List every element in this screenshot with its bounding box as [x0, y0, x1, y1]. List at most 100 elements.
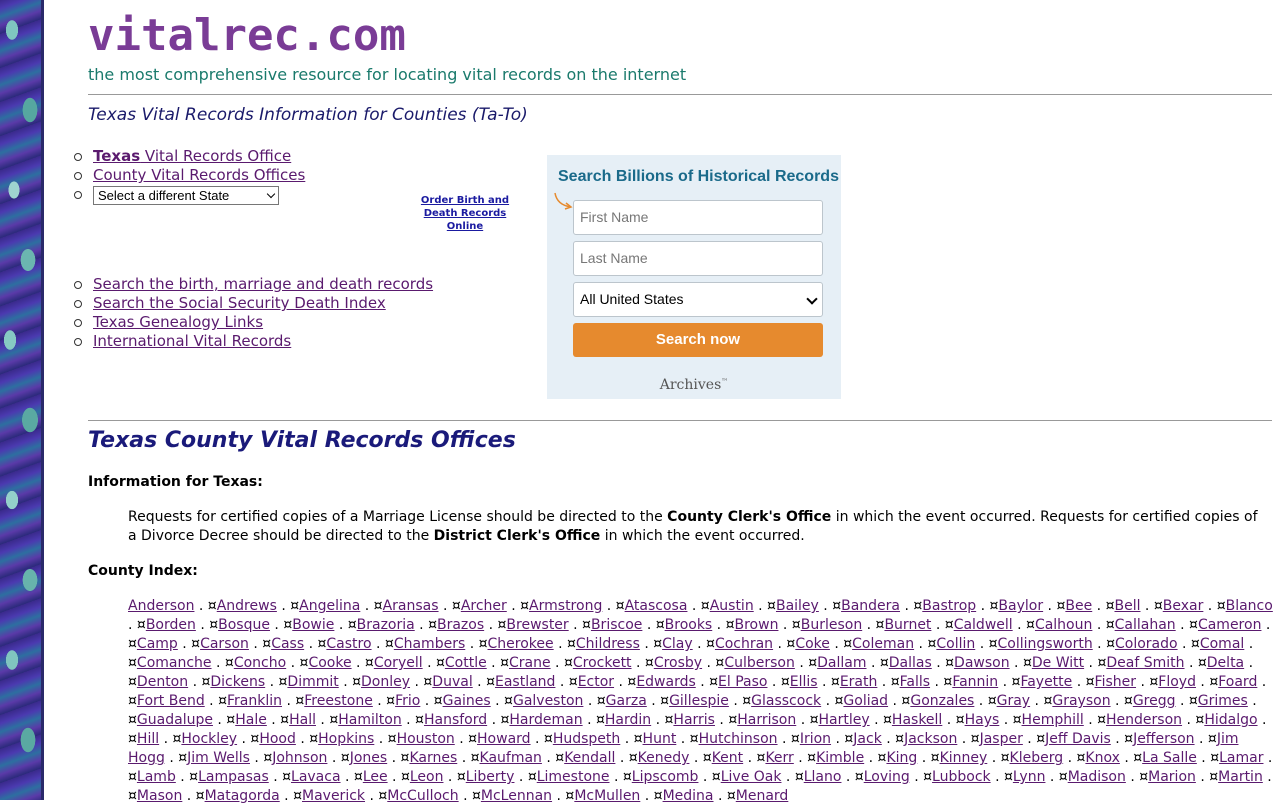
county-link[interactable]: Lampasas — [198, 769, 269, 785]
county-offices-link[interactable]: County Vital Records Offices — [93, 166, 305, 184]
county-link[interactable]: Gregg — [1133, 693, 1176, 709]
county-link[interactable]: Brazos — [437, 617, 484, 633]
county-link[interactable]: Camp — [137, 636, 178, 652]
county-link[interactable]: Callahan — [1115, 617, 1176, 633]
county-link[interactable]: Marion — [1148, 769, 1196, 785]
county-link[interactable]: Burleson — [801, 617, 862, 633]
archives-logo[interactable]: Archives™ — [547, 377, 841, 393]
state-office-link[interactable]: Texas Vital Records Office — [93, 147, 291, 165]
county-link[interactable]: Gillespie — [669, 693, 729, 709]
county-link[interactable]: Glasscock — [751, 693, 821, 709]
county-link[interactable]: Bastrop — [922, 598, 976, 614]
county-link[interactable]: Donley — [361, 674, 410, 690]
county-link[interactable]: Fort Bend — [137, 693, 205, 709]
county-link[interactable]: Howard — [477, 731, 531, 747]
county-link[interactable]: Hamilton — [338, 712, 401, 728]
county-link[interactable]: Floyd — [1158, 674, 1196, 690]
county-link[interactable]: Blanco — [1226, 598, 1273, 614]
county-link[interactable]: Liberty — [466, 769, 515, 785]
county-link[interactable]: Bexar — [1163, 598, 1204, 614]
county-link[interactable]: Hall — [289, 712, 316, 728]
state-select-dropdown[interactable]: Select a different State — [93, 186, 279, 205]
county-link[interactable]: Kent — [712, 750, 743, 766]
international-records-link[interactable]: International Vital Records — [93, 332, 291, 350]
county-link[interactable]: McCulloch — [387, 788, 458, 804]
county-link[interactable]: Lamb — [137, 769, 176, 785]
county-link[interactable]: Dickens — [210, 674, 265, 690]
county-link[interactable]: Fisher — [1095, 674, 1136, 690]
county-link[interactable]: Lubbock — [932, 769, 991, 785]
county-link[interactable]: Austin — [710, 598, 754, 614]
county-link[interactable]: Delta — [1207, 655, 1244, 671]
county-link[interactable]: Clay — [662, 636, 693, 652]
county-link[interactable]: Cochran — [715, 636, 773, 652]
county-link[interactable]: Gonzales — [910, 693, 974, 709]
county-link[interactable]: Lamar — [1219, 750, 1263, 766]
county-link[interactable]: Armstrong — [529, 598, 602, 614]
county-link[interactable]: Guadalupe — [137, 712, 213, 728]
search-records-link[interactable]: Search the birth, marriage and death rec… — [93, 275, 433, 293]
county-link[interactable]: Bailey — [776, 598, 819, 614]
county-link[interactable]: Crane — [509, 655, 551, 671]
county-link[interactable]: Edwards — [636, 674, 695, 690]
county-link[interactable]: Llano — [804, 769, 842, 785]
county-link[interactable]: Erath — [840, 674, 878, 690]
county-link[interactable]: Hudspeth — [553, 731, 620, 747]
county-link[interactable]: Cass — [271, 636, 304, 652]
county-link[interactable]: Loving — [864, 769, 910, 785]
county-link[interactable]: Kimble — [816, 750, 864, 766]
county-link[interactable]: Kerr — [765, 750, 793, 766]
county-link[interactable]: Kenedy — [638, 750, 690, 766]
county-link[interactable]: Ector — [578, 674, 614, 690]
search-now-button[interactable]: Search now — [573, 323, 823, 357]
county-link[interactable]: Coke — [795, 636, 830, 652]
county-link[interactable]: King — [886, 750, 917, 766]
county-link[interactable]: Aransas — [383, 598, 439, 614]
county-link[interactable]: Hartley — [819, 712, 870, 728]
county-link[interactable]: Kendall — [564, 750, 615, 766]
county-link[interactable]: Hockley — [181, 731, 237, 747]
county-link[interactable]: Leon — [410, 769, 444, 785]
county-link[interactable]: Brooks — [665, 617, 713, 633]
county-link[interactable]: Castro — [326, 636, 371, 652]
county-link[interactable]: Galveston — [513, 693, 583, 709]
county-link[interactable]: Collingsworth — [998, 636, 1093, 652]
county-link[interactable]: Harrison — [737, 712, 796, 728]
county-link[interactable]: Brown — [735, 617, 779, 633]
county-link[interactable]: Comal — [1200, 636, 1244, 652]
county-link[interactable]: Jackson — [904, 731, 957, 747]
county-link[interactable]: Garza — [606, 693, 647, 709]
county-link[interactable]: Crockett — [573, 655, 632, 671]
county-link[interactable]: Concho — [234, 655, 286, 671]
county-link[interactable]: Brewster — [506, 617, 568, 633]
county-link[interactable]: Jeff Davis — [1045, 731, 1111, 747]
county-link[interactable]: Maverick — [302, 788, 365, 804]
county-link[interactable]: Hansford — [424, 712, 487, 728]
county-link[interactable]: La Salle — [1142, 750, 1197, 766]
county-link[interactable]: Jack — [853, 731, 882, 747]
first-name-input[interactable]: First Name — [573, 200, 823, 235]
county-link[interactable]: Anderson — [128, 598, 194, 614]
county-link[interactable]: Bandera — [841, 598, 900, 614]
county-link[interactable]: El Paso — [718, 674, 767, 690]
county-link[interactable]: Hale — [235, 712, 267, 728]
county-link[interactable]: McLennan — [481, 788, 552, 804]
county-link[interactable]: Bowie — [292, 617, 334, 633]
county-link[interactable]: Kleberg — [1010, 750, 1064, 766]
county-link[interactable]: Caldwell — [954, 617, 1013, 633]
county-link[interactable]: Ellis — [790, 674, 818, 690]
county-link[interactable]: Bosque — [218, 617, 270, 633]
county-link[interactable]: Bell — [1114, 598, 1140, 614]
county-link[interactable]: Brazoria — [357, 617, 415, 633]
county-link[interactable]: Lynn — [1013, 769, 1046, 785]
county-link[interactable]: Hood — [259, 731, 296, 747]
county-link[interactable]: De Witt — [1032, 655, 1084, 671]
county-link[interactable]: Lavaca — [291, 769, 341, 785]
county-link[interactable]: Fayette — [1020, 674, 1072, 690]
genealogy-links-link[interactable]: Texas Genealogy Links — [93, 313, 263, 331]
county-link[interactable]: Martin — [1218, 769, 1263, 785]
county-link[interactable]: Angelina — [299, 598, 360, 614]
county-link[interactable]: Dallam — [817, 655, 866, 671]
county-link[interactable]: Borden — [146, 617, 196, 633]
county-link[interactable]: Hill — [137, 731, 159, 747]
